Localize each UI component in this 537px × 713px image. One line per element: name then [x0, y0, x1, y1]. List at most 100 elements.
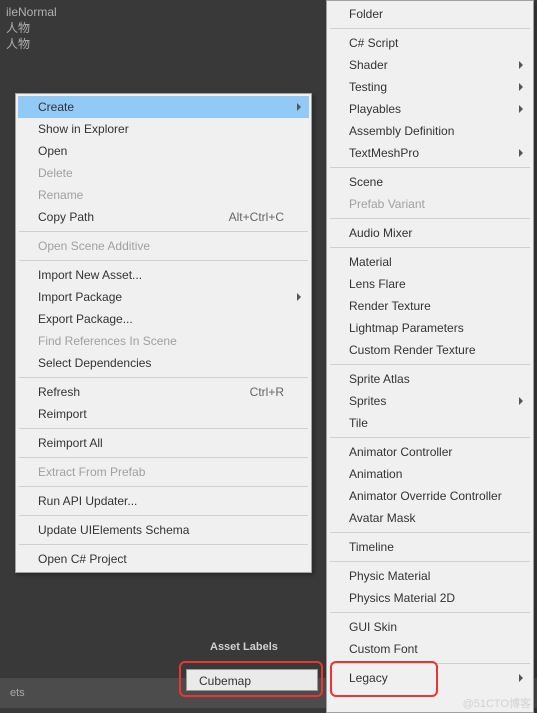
menu-label: Create [38, 100, 74, 114]
menu-scene[interactable]: Scene [329, 171, 531, 193]
menu-label: Animator Override Controller [349, 489, 502, 503]
menu-lens-flare[interactable]: Lens Flare [329, 273, 531, 295]
menu-separator [330, 437, 530, 438]
create-submenu: Folder C# Script Shader Testing Playable… [326, 0, 534, 713]
menu-folder[interactable]: Folder [329, 3, 531, 25]
menu-label: Copy Path [38, 210, 94, 224]
menu-separator [19, 428, 308, 429]
menu-select-dependencies[interactable]: Select Dependencies [18, 352, 309, 374]
menu-import-package[interactable]: Import Package [18, 286, 309, 308]
menu-textmeshpro[interactable]: TextMeshPro [329, 142, 531, 164]
menu-label: Animator Controller [349, 445, 452, 459]
menu-label: Reimport [38, 407, 87, 421]
ets-label: ets [10, 687, 25, 699]
menu-delete: Delete [18, 162, 309, 184]
menu-label: Extract From Prefab [38, 465, 145, 479]
menu-separator [330, 532, 530, 533]
menu-custom-font[interactable]: Custom Font [329, 638, 531, 660]
menu-label: Custom Render Texture [349, 343, 476, 357]
menu-separator [330, 561, 530, 562]
tree-item[interactable]: 人物 [0, 36, 57, 52]
menu-run-api-updater[interactable]: Run API Updater... [18, 490, 309, 512]
menu-physics-material-2d[interactable]: Physics Material 2D [329, 587, 531, 609]
menu-assembly-definition[interactable]: Assembly Definition [329, 120, 531, 142]
menu-reimport[interactable]: Reimport [18, 403, 309, 425]
menu-label: Legacy [349, 671, 388, 685]
menu-label: Open Scene Additive [38, 239, 150, 253]
menu-animation[interactable]: Animation [329, 463, 531, 485]
menu-label: GUI Skin [349, 620, 397, 634]
menu-physic-material[interactable]: Physic Material [329, 565, 531, 587]
menu-render-texture[interactable]: Render Texture [329, 295, 531, 317]
menu-custom-render-texture[interactable]: Custom Render Texture [329, 339, 531, 361]
menu-export-package[interactable]: Export Package... [18, 308, 309, 330]
menu-shader[interactable]: Shader [329, 54, 531, 76]
menu-import-new-asset[interactable]: Import New Asset... [18, 264, 309, 286]
menu-open-csharp-project[interactable]: Open C# Project [18, 548, 309, 570]
menu-audio-mixer[interactable]: Audio Mixer [329, 222, 531, 244]
menu-material[interactable]: Material [329, 251, 531, 273]
menu-label: Open [38, 144, 67, 158]
shortcut-label: Alt+Ctrl+C [229, 210, 284, 224]
menu-label: Custom Font [349, 642, 418, 656]
menu-copy-path[interactable]: Copy Path Alt+Ctrl+C [18, 206, 309, 228]
menu-separator [19, 486, 308, 487]
submenu-arrow-icon [519, 61, 523, 69]
project-context-menu: Create Show in Explorer Open Delete Rena… [15, 93, 312, 573]
submenu-arrow-icon [519, 397, 523, 405]
cubemap-dropdown[interactable]: Cubemap [186, 669, 318, 691]
menu-legacy[interactable]: Legacy [329, 667, 531, 689]
menu-separator [330, 167, 530, 168]
submenu-arrow-icon [519, 83, 523, 91]
submenu-arrow-icon [519, 149, 523, 157]
menu-create[interactable]: Create [18, 96, 309, 118]
menu-prefab-variant: Prefab Variant [329, 193, 531, 215]
menu-avatar-mask[interactable]: Avatar Mask [329, 507, 531, 529]
menu-timeline[interactable]: Timeline [329, 536, 531, 558]
menu-gui-skin[interactable]: GUI Skin [329, 616, 531, 638]
menu-refresh[interactable]: Refresh Ctrl+R [18, 381, 309, 403]
menu-label: Import Package [38, 290, 122, 304]
menu-separator [330, 612, 530, 613]
menu-open[interactable]: Open [18, 140, 309, 162]
menu-separator [330, 28, 530, 29]
menu-label: Export Package... [38, 312, 133, 326]
menu-label: Rename [38, 188, 83, 202]
menu-reimport-all[interactable]: Reimport All [18, 432, 309, 454]
menu-open-scene-additive: Open Scene Additive [18, 235, 309, 257]
menu-sprites[interactable]: Sprites [329, 390, 531, 412]
menu-rename: Rename [18, 184, 309, 206]
menu-animator-override-controller[interactable]: Animator Override Controller [329, 485, 531, 507]
menu-label: Folder [349, 7, 383, 21]
menu-label: Render Texture [349, 299, 431, 313]
menu-sprite-atlas[interactable]: Sprite Atlas [329, 368, 531, 390]
menu-testing[interactable]: Testing [329, 76, 531, 98]
menu-label: Timeline [349, 540, 394, 554]
menu-animator-controller[interactable]: Animator Controller [329, 441, 531, 463]
menu-extract-from-prefab: Extract From Prefab [18, 461, 309, 483]
menu-separator [19, 544, 308, 545]
menu-label: Tile [349, 416, 368, 430]
menu-tile[interactable]: Tile [329, 412, 531, 434]
menu-label: Lightmap Parameters [349, 321, 464, 335]
menu-show-in-explorer[interactable]: Show in Explorer [18, 118, 309, 140]
tree-item[interactable]: 人物 [0, 20, 57, 36]
tree-item[interactable]: ileNormal [0, 4, 57, 20]
menu-label: Refresh [38, 385, 80, 399]
menu-separator [19, 457, 308, 458]
menu-label: Lens Flare [349, 277, 406, 291]
menu-label: Show in Explorer [38, 122, 129, 136]
menu-separator [19, 260, 308, 261]
menu-playables[interactable]: Playables [329, 98, 531, 120]
watermark: @51CTO博客 [463, 695, 531, 711]
submenu-arrow-icon [519, 105, 523, 113]
menu-label: Find References In Scene [38, 334, 177, 348]
hierarchy-tree: ileNormal 人物 人物 [0, 0, 57, 56]
menu-csharp-script[interactable]: C# Script [329, 32, 531, 54]
menu-separator [330, 663, 530, 664]
shortcut-label: Ctrl+R [250, 385, 284, 399]
menu-update-uielements-schema[interactable]: Update UIElements Schema [18, 519, 309, 541]
menu-lightmap-parameters[interactable]: Lightmap Parameters [329, 317, 531, 339]
menu-label: Run API Updater... [38, 494, 137, 508]
menu-label: Playables [349, 102, 401, 116]
